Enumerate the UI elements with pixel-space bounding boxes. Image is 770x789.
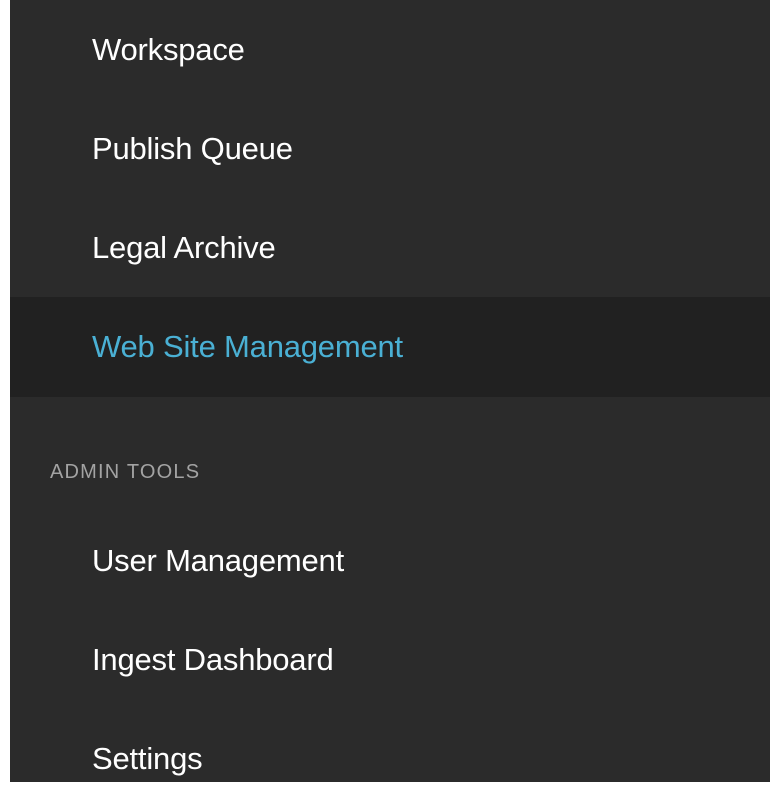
sidebar-item-label: Ingest Dashboard [92,642,334,677]
sidebar-item-label: Publish Queue [92,131,293,166]
sidebar: Workspace Publish Queue Legal Archive We… [10,0,770,782]
sidebar-item-publish-queue[interactable]: Publish Queue [10,99,770,199]
sidebar-item-label: Legal Archive [92,230,276,265]
sidebar-item-ingest-dashboard[interactable]: Ingest Dashboard [10,610,770,710]
sidebar-item-label: Settings [92,741,203,776]
sidebar-item-label: Web Site Management [92,329,403,364]
sidebar-item-web-site-management[interactable]: Web Site Management [10,297,770,397]
sidebar-item-settings[interactable]: Settings [10,709,770,782]
sidebar-item-workspace[interactable]: Workspace [10,0,770,100]
sidebar-item-legal-archive[interactable]: Legal Archive [10,198,770,298]
sidebar-item-user-management[interactable]: User Management [10,511,770,611]
section-header-admin-tools: ADMIN TOOLS [50,461,201,483]
sidebar-item-label: User Management [92,543,345,578]
sidebar-item-label: Workspace [92,32,245,67]
